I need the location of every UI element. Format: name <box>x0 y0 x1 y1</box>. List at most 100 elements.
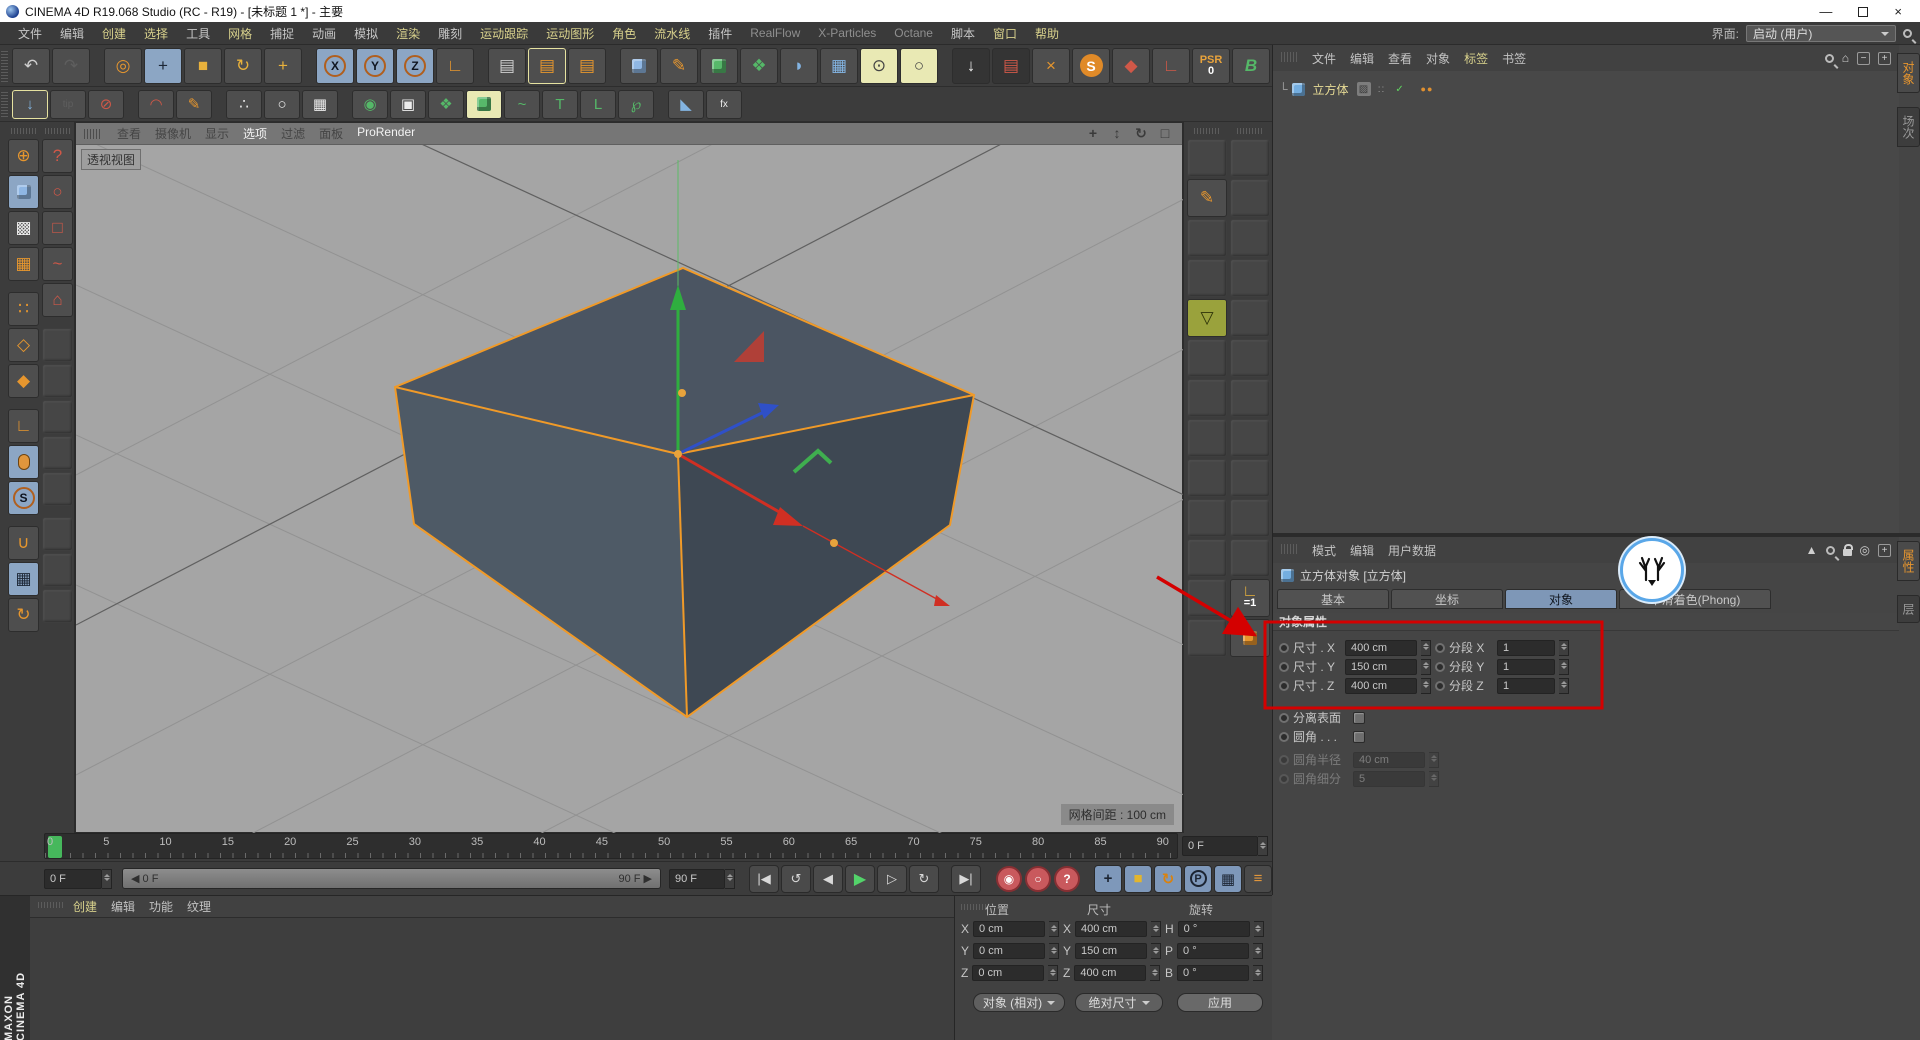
帮助[interactable]: 帮助 <box>1027 23 1067 44</box>
minimize-button[interactable]: — <box>1819 4 1832 19</box>
keyframe-help-button[interactable]: ? <box>1054 866 1080 892</box>
lock-icon[interactable] <box>1843 549 1852 556</box>
对象[interactable]: 对象 <box>1419 49 1457 68</box>
功能[interactable]: 功能 <box>142 897 180 916</box>
spinner[interactable] <box>1254 921 1264 937</box>
size-field[interactable]: 400 cm <box>1345 678 1417 694</box>
dolly-icon[interactable]: ↕ <box>1108 125 1126 142</box>
strike-tool-icon[interactable]: ⊘ <box>88 90 124 119</box>
运动跟踪[interactable]: 运动跟踪 <box>472 23 536 44</box>
tool-slot-2[interactable] <box>42 364 73 398</box>
lasso-select-icon[interactable]: ~ <box>42 247 73 281</box>
anim-dot-icon[interactable] <box>1279 713 1289 723</box>
move-tool-icon[interactable]: + <box>144 48 182 84</box>
捕捉[interactable]: 捕捉 <box>262 23 302 44</box>
object-name[interactable]: 立方体 <box>1309 81 1353 98</box>
spinner[interactable] <box>1559 640 1569 656</box>
smooth-pen-icon[interactable]: ✎ <box>176 90 212 119</box>
redo-icon[interactable]: ↷ <box>52 48 90 84</box>
make-editable-icon[interactable]: ⊕ <box>8 139 39 173</box>
snap-toggle-icon[interactable]: S <box>8 481 39 515</box>
chain-tool-icon[interactable]: ~ <box>504 90 540 119</box>
viewport-solo-icon[interactable] <box>8 445 39 479</box>
面板[interactable]: 面板 <box>312 125 350 142</box>
range-end-field[interactable]: 90 F <box>669 869 725 889</box>
文件[interactable]: 文件 <box>1305 49 1343 68</box>
viewport-drag-handle[interactable] <box>84 129 102 139</box>
rpb-6[interactable] <box>1230 339 1270 377</box>
key-rotation-toggle[interactable]: ↻ <box>1154 865 1182 893</box>
next-frame-button[interactable]: ▷ <box>877 865 907 893</box>
spinner[interactable] <box>102 869 112 889</box>
rpb-3[interactable] <box>1230 219 1270 257</box>
size-mode-dropdown[interactable]: 绝对尺寸 <box>1075 993 1163 1012</box>
current-frame-field[interactable]: 0 F <box>1182 836 1258 856</box>
arc-tool-icon[interactable]: ◠ <box>138 90 174 119</box>
generators-icon[interactable]: ❖ <box>740 48 778 84</box>
rpb-9[interactable] <box>1230 459 1270 497</box>
spinner[interactable] <box>1559 659 1569 675</box>
texture-mode-icon[interactable]: ▩ <box>8 211 39 245</box>
lock-y-icon[interactable]: Y <box>356 48 394 84</box>
wire-cube-tool-icon[interactable] <box>466 90 502 119</box>
apply-button[interactable]: 应用 <box>1177 993 1263 1012</box>
rotation-field[interactable]: 0 ° <box>1177 943 1249 959</box>
渲染[interactable]: 渲染 <box>388 23 428 44</box>
checkbox[interactable] <box>1353 712 1365 724</box>
layer-toggle-icon[interactable]: ▨ <box>1357 82 1371 96</box>
enable-check-icon[interactable]: ✓ <box>1393 82 1407 96</box>
lock-z-icon[interactable]: Z <box>396 48 434 84</box>
key-parameter-toggle[interactable]: P <box>1184 865 1212 893</box>
poly-select-icon[interactable]: ⌂ <box>42 283 73 317</box>
ProRender[interactable]: ProRender <box>350 125 422 142</box>
magnet-tool-icon[interactable]: ∪ <box>8 526 39 560</box>
om-home-icon[interactable]: ⌂ <box>1842 51 1849 65</box>
fx-tool-icon[interactable]: fx <box>706 90 742 119</box>
创建[interactable]: 创建 <box>94 23 134 44</box>
om-drag-handle[interactable] <box>1281 52 1299 62</box>
coord-drag-handle[interactable] <box>961 904 987 910</box>
rotate-tool-icon[interactable]: ↻ <box>224 48 262 84</box>
基本[interactable]: 基本 <box>1277 589 1389 609</box>
sculpt-pen-icon[interactable]: ✎ <box>1187 179 1227 217</box>
tip-tool-icon[interactable]: tip <box>50 90 86 119</box>
render-settings-icon[interactable]: ▤ <box>568 48 606 84</box>
模式[interactable]: 模式 <box>1305 541 1343 560</box>
选项[interactable]: 选项 <box>236 125 274 142</box>
anim-dot-icon[interactable] <box>1279 643 1289 653</box>
RealFlow[interactable]: RealFlow <box>742 24 808 42</box>
am-new-panel-icon[interactable]: + <box>1878 544 1891 557</box>
spinner[interactable] <box>1150 965 1160 981</box>
spinner[interactable] <box>725 869 735 889</box>
am-drag-handle[interactable] <box>1281 544 1299 554</box>
size-field[interactable]: 400 cm <box>1075 921 1147 937</box>
key-position-toggle[interactable]: + <box>1094 865 1122 893</box>
phong-tag-icon[interactable]: ●● <box>1421 84 1434 94</box>
rpb-2[interactable] <box>1230 179 1270 217</box>
signal-plugin-icon[interactable]: S <box>1072 48 1110 84</box>
dock-tab-attributes[interactable]: 属性 <box>1897 541 1920 581</box>
render-view-icon[interactable]: ▤ <box>488 48 526 84</box>
live-select-icon[interactable]: ○ <box>42 175 73 209</box>
search-icon[interactable] <box>1903 29 1912 38</box>
checkbox[interactable] <box>1353 731 1365 743</box>
rpalette2-drag-handle[interactable] <box>1237 128 1263 134</box>
编辑[interactable]: 编辑 <box>1343 541 1381 560</box>
timeline-ruler[interactable]: 051015202530354045505560657075808590 <box>44 833 1178 859</box>
dock-tab-layers[interactable]: 层 <box>1897 595 1920 623</box>
swirl-tool-icon[interactable]: ℘ <box>618 90 654 119</box>
om-search-icon[interactable] <box>1825 54 1834 63</box>
prev-frame-button[interactable]: ◀ <box>813 865 843 893</box>
选择[interactable]: 选择 <box>136 23 176 44</box>
polygons-mode-icon[interactable]: ◆ <box>8 364 39 398</box>
xparticles-icon[interactable]: × <box>1032 48 1070 84</box>
psr-zero-icon[interactable]: PSR 0 <box>1192 48 1230 84</box>
point-path-icon[interactable]: ∴ <box>226 90 262 119</box>
lock-x-icon[interactable]: X <box>316 48 354 84</box>
spinner[interactable] <box>1559 678 1569 694</box>
perspective-viewport[interactable]: 查看摄像机显示选项过滤面板ProRender +↕↻□ 透视视图 网格间距 : … <box>75 122 1183 833</box>
points-mode-icon[interactable]: ∷ <box>8 292 39 326</box>
rpb-10[interactable] <box>1230 499 1270 537</box>
spinner[interactable] <box>1258 836 1268 856</box>
preview-range-slider[interactable]: ◀ 0 F 90 F ▶ <box>122 868 661 889</box>
